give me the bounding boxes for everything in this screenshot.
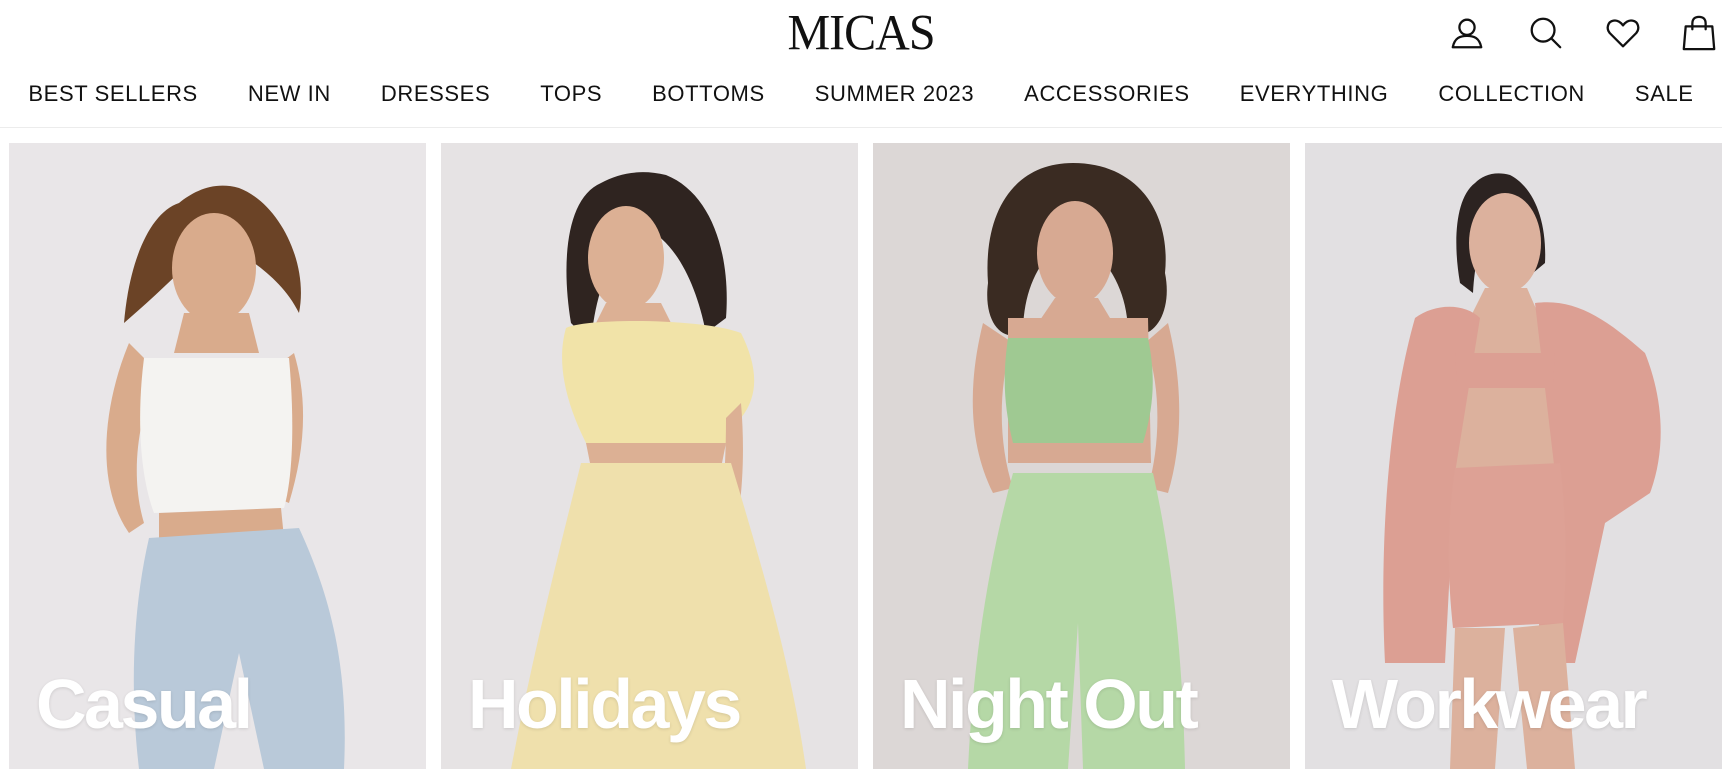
nav-new-in[interactable]: NEW IN — [223, 81, 356, 107]
nav-everything[interactable]: EVERYTHING — [1215, 81, 1414, 107]
nav-summer-2023[interactable]: SUMMER 2023 — [790, 81, 999, 107]
nav-collection[interactable]: COLLECTION — [1413, 81, 1610, 107]
nav-tops[interactable]: TOPS — [515, 81, 627, 107]
header-icons — [1412, 10, 1722, 56]
category-tile-night-out[interactable]: Night Out — [873, 143, 1290, 769]
category-tile-casual[interactable]: Casual — [9, 143, 426, 769]
category-tile-holidays[interactable]: Holidays — [441, 143, 858, 769]
site-header: MICAS BEST SELLERS NEW IN DRESSES TOPS B… — [0, 0, 1722, 128]
wishlist-icon[interactable] — [1600, 10, 1646, 56]
category-tiles: Casual Holidays Night Out Workwear — [9, 143, 1722, 769]
nav-sale[interactable]: SALE — [1610, 81, 1719, 107]
category-label-holidays: Holidays — [468, 665, 742, 743]
category-label-casual: Casual — [36, 665, 253, 743]
category-label-workwear: Workwear — [1332, 665, 1648, 743]
nav-accessories[interactable]: ACCESSORIES — [999, 81, 1215, 107]
nav-bottoms[interactable]: BOTTOMS — [627, 81, 790, 107]
nav-best-sellers[interactable]: BEST SELLERS — [3, 81, 222, 107]
category-tile-workwear[interactable]: Workwear — [1305, 143, 1722, 769]
nav-dresses[interactable]: DRESSES — [356, 81, 515, 107]
cart-icon[interactable] — [1676, 10, 1722, 56]
account-icon[interactable] — [1444, 10, 1490, 56]
category-label-night-out: Night Out — [900, 665, 1199, 743]
search-icon[interactable] — [1522, 10, 1568, 56]
main-nav: BEST SELLERS NEW IN DRESSES TOPS BOTTOMS… — [0, 78, 1722, 110]
